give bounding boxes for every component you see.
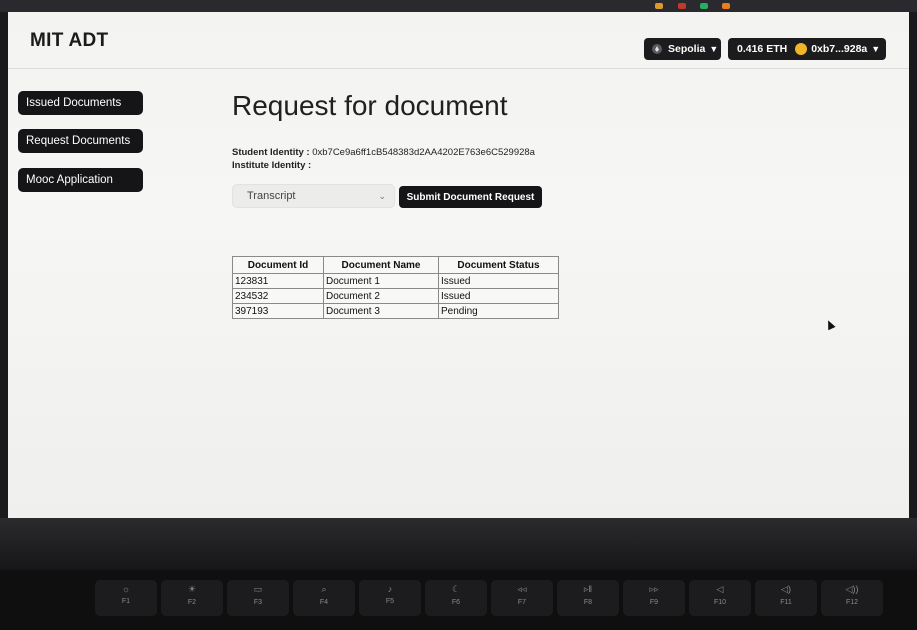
mute-icon: ◁	[716, 584, 724, 594]
screen: MIT ADT Sepolia ▼ 0.416 ETH 0xb7...928a …	[8, 12, 909, 518]
avatar	[795, 43, 808, 55]
network-label: Sepolia	[668, 43, 706, 55]
fkey-f10: ◁ F10	[689, 580, 751, 616]
brightness-up-icon: ☀	[187, 584, 197, 594]
fkey-label: F6	[451, 599, 461, 606]
account-button[interactable]: 0.416 ETH 0xb7...928a ▼	[728, 38, 886, 60]
menubar-icon	[678, 3, 686, 9]
fkey-label: F8	[583, 599, 593, 606]
table-row: 397193 Document 3 Pending	[232, 303, 559, 319]
cell-document-id: 123831	[232, 273, 324, 289]
student-identity-value: 0xb7Ce9a6ff1cB548383d2AA4202E763e6C52992…	[312, 147, 535, 158]
fkey-label: F5	[385, 598, 395, 605]
ethereum-icon	[652, 44, 662, 54]
fkey-label: F11	[780, 599, 792, 606]
chevron-down-icon: ▼	[871, 44, 881, 54]
table-row: 234532 Document 2 Issued	[232, 288, 559, 304]
table-row: 123831 Document 1 Issued	[232, 273, 559, 289]
fkey-label: F4	[319, 599, 329, 606]
menubar-icon	[655, 3, 663, 9]
student-identity-label: Student Identity :	[232, 147, 310, 158]
fkey-f2: ☀ F2	[161, 580, 223, 616]
student-identity: Student Identity : 0xb7Ce9a6ff1cB548383d…	[232, 147, 535, 158]
sidebar-item-request-documents[interactable]: Request Documents	[18, 129, 143, 153]
rewind-icon: ◃◃	[517, 584, 527, 594]
institute-identity-label: Institute Identity :	[232, 160, 312, 171]
mission-control-icon: ▭	[253, 584, 263, 594]
chevron-down-icon: ▼	[709, 44, 719, 54]
fkey-f4: ⌕ F4	[293, 580, 355, 616]
fkey-f7: ◃◃ F7	[491, 580, 553, 616]
fkey-label: F9	[649, 599, 659, 606]
page-title: Request for document	[232, 90, 508, 121]
cell-document-id: 397193	[232, 303, 324, 319]
fkey-label: F1	[121, 598, 131, 605]
mouse-cursor-icon	[824, 318, 836, 331]
brand-logo[interactable]: MIT ADT	[30, 30, 108, 52]
fkey-f11: ◁) F11	[755, 580, 817, 616]
fkey-f3: ▭ F3	[227, 580, 289, 616]
fkey-label: F10	[713, 599, 727, 606]
cell-document-status: Issued	[438, 288, 559, 304]
app-header: MIT ADT Sepolia ▼ 0.416 ETH 0xb7...928a …	[8, 12, 909, 69]
column-header-document-id: Document Id	[232, 256, 324, 274]
chevron-down-icon: ⌄	[378, 191, 386, 201]
fast-forward-icon: ▹▹	[649, 584, 659, 594]
cell-document-name: Document 3	[323, 303, 439, 319]
network-selector[interactable]: Sepolia ▼	[644, 38, 721, 60]
fkey-label: F2	[187, 599, 197, 606]
menubar-icon	[700, 3, 708, 9]
fkey-label: F7	[517, 599, 527, 606]
microphone-icon: ♪	[387, 584, 393, 594]
column-header-document-name: Document Name	[323, 256, 439, 274]
cell-document-id: 234532	[232, 288, 324, 304]
cell-document-status: Issued	[438, 273, 559, 289]
fkey-label: F12	[845, 599, 859, 606]
fkey-label: F3	[253, 599, 263, 606]
fkey-f6: ☾ F6	[425, 580, 487, 616]
cell-document-name: Document 1	[323, 273, 439, 289]
fkey-f12: ◁)) F12	[821, 580, 883, 616]
document-type-value: Transcript	[247, 190, 296, 202]
search-icon: ⌕	[321, 584, 327, 594]
menubar-icon	[722, 3, 730, 9]
brightness-down-icon: ☼	[121, 584, 131, 594]
document-type-select[interactable]: Transcript ⌄	[232, 184, 395, 208]
fkey-f1: ☼ F1	[95, 580, 157, 616]
column-header-document-status: Document Status	[438, 256, 559, 274]
laptop-bezel	[0, 518, 917, 570]
sidebar-item-issued-documents[interactable]: Issued Documents	[18, 91, 143, 115]
volume-up-icon: ◁))	[845, 584, 859, 594]
submit-document-request-button[interactable]: Submit Document Request	[399, 186, 542, 208]
volume-down-icon: ◁)	[781, 584, 791, 594]
fkey-f5: ♪ F5	[359, 580, 421, 616]
fkey-f9: ▹▹ F9	[623, 580, 685, 616]
table-header-row: Document Id Document Name Document Statu…	[232, 256, 559, 274]
sidebar-item-mooc-application[interactable]: Mooc Application	[18, 168, 143, 192]
cell-document-name: Document 2	[323, 288, 439, 304]
menubar	[0, 0, 917, 12]
balance-label: 0.416 ETH	[737, 43, 788, 55]
play-pause-icon: ▹‖	[583, 584, 593, 594]
cell-document-status: Pending	[438, 303, 559, 319]
fkey-f8: ▹‖ F8	[557, 580, 619, 616]
account-address: 0xb7...928a	[811, 43, 868, 55]
institute-identity: Institute Identity :	[232, 160, 311, 171]
documents-table: Document Id Document Name Document Statu…	[232, 256, 559, 319]
moon-icon: ☾	[451, 584, 461, 594]
